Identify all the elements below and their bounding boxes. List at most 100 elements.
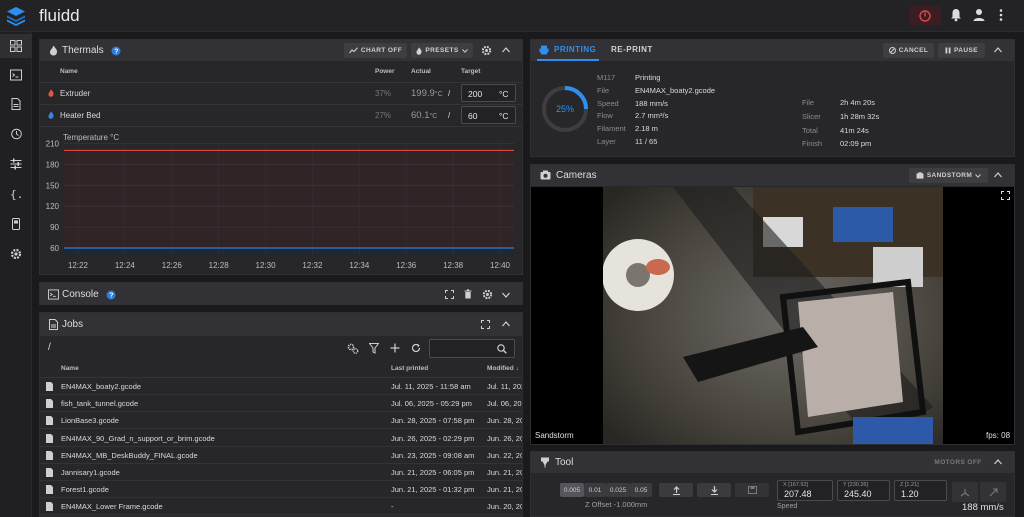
nav-settings[interactable]: [0, 242, 32, 266]
x-axis-field[interactable]: X [167.92] 207.48: [777, 480, 833, 501]
chevron-up-icon[interactable]: [994, 47, 1002, 53]
camera-feed-image: [603, 187, 943, 444]
y-axis-field[interactable]: Y [230.26] 245.40: [837, 480, 890, 501]
job-modified: Jun. 28, 20: [487, 416, 523, 426]
job-last-printed: Jun. 26, 2025 - 02:29 pm: [391, 433, 475, 443]
user-account-icon[interactable]: [973, 8, 985, 22]
emergency-stop-button[interactable]: [909, 6, 941, 25]
stat-label: Filament: [597, 124, 626, 134]
z-down-button[interactable]: [697, 483, 731, 497]
z-step-005[interactable]: 0.05: [630, 483, 652, 497]
col-last-printed[interactable]: Last printed: [391, 365, 428, 372]
col-power: Power: [375, 68, 395, 75]
z-save-button[interactable]: [735, 483, 769, 497]
chevron-up-icon[interactable]: [994, 459, 1002, 465]
cancel-label: CANCEL: [898, 47, 929, 54]
table-row[interactable]: EN4MAX_Lower Frame.gcode - Jun. 20, 20: [40, 498, 523, 516]
job-last-printed: Jun. 21, 2025 - 01:32 pm: [391, 485, 475, 495]
file-icon: [46, 399, 53, 409]
nav-system[interactable]: [0, 212, 32, 236]
tool-title: Tool: [555, 457, 574, 468]
settings-gear-icon[interactable]: [481, 45, 492, 56]
fullscreen-icon[interactable]: [481, 320, 490, 329]
delete-icon[interactable]: [464, 289, 472, 299]
table-row[interactable]: fish_tank_tunnel.gcode Jul. 06, 2025 - 05…: [40, 395, 522, 413]
chevron-down-icon: [461, 48, 468, 53]
y-axis-label: Y [230.26]: [843, 482, 868, 488]
fullscreen-icon[interactable]: [1001, 191, 1010, 200]
cancel-button[interactable]: CANCEL: [883, 43, 934, 58]
z-axis-field[interactable]: Z [1.21] 1.20: [894, 480, 947, 501]
chevron-down-icon[interactable]: [502, 292, 510, 298]
notifications-bell-icon[interactable]: [950, 8, 962, 22]
job-name: EN4MAX_MB_DeskBuddy_FINAL.gcode: [61, 450, 198, 460]
chevron-up-icon[interactable]: [502, 321, 510, 327]
fluidd-logo-icon[interactable]: [6, 6, 26, 28]
z-step-0005[interactable]: 0.005: [560, 483, 584, 497]
stat-label: File: [597, 85, 610, 95]
col-name: Name: [60, 68, 78, 75]
y-tick-label: 180: [46, 160, 60, 169]
job-name: EN4MAX_Lower Frame.gcode: [61, 502, 163, 512]
pause-icon: [945, 47, 951, 54]
help-icon[interactable]: ?: [111, 46, 121, 56]
table-row[interactable]: EN4MAX_MB_DeskBuddy_FINAL.gcode Jun. 23, …: [40, 447, 522, 464]
nav-macros[interactable]: {.}: [0, 182, 32, 206]
z-step-0025[interactable]: 0.025: [606, 483, 630, 497]
chevron-up-icon[interactable]: [502, 47, 510, 53]
table-row[interactable]: LionBase3.gcode Jun. 28, 2025 - 07:58 pm J…: [40, 412, 523, 430]
col-actual: Actual: [411, 68, 431, 75]
refresh-icon[interactable]: [411, 343, 421, 353]
table-row[interactable]: EN4MAX_90_Grad_n_support_or_brim.gcode Ju…: [40, 430, 522, 447]
camera-stream[interactable]: Sandstorm fps: 08: [531, 187, 1014, 444]
chevron-up-icon[interactable]: [994, 172, 1002, 178]
z-offset-label: Z Offset: [585, 500, 612, 509]
file-icon: [46, 433, 53, 443]
y-tick-label: 120: [46, 202, 60, 211]
speed-value: 188 mm/s: [962, 502, 1004, 513]
job-modified: Jul. 11, 202: [487, 382, 523, 391]
job-modified: Jun. 20, 20: [487, 502, 523, 512]
settings-gear-icon[interactable]: [482, 289, 493, 300]
camera-select-button[interactable]: SANDSTORM: [909, 168, 988, 183]
table-row[interactable]: Forest1.gcode Jun. 21, 2025 - 01:32 pm Jun…: [40, 481, 522, 499]
presets-button[interactable]: PRESETS: [411, 43, 473, 58]
nav-dashboard[interactable]: [0, 34, 32, 58]
nav-history[interactable]: [0, 122, 32, 146]
thermals-title: Thermals: [62, 45, 104, 56]
fullscreen-icon[interactable]: [445, 290, 454, 299]
col-target: Target: [461, 68, 481, 75]
nav-files[interactable]: [0, 92, 32, 116]
file-icon: [46, 502, 53, 512]
col-modified[interactable]: Modified ↓: [487, 365, 519, 372]
home-xy-button[interactable]: [952, 482, 978, 502]
folder-settings-icon[interactable]: [347, 343, 359, 354]
jobs-search-input[interactable]: [429, 339, 515, 358]
nav-tune[interactable]: [0, 152, 32, 176]
motors-off-button[interactable]: MOTORS OFF: [929, 455, 987, 470]
stat-label: Slicer: [802, 111, 821, 121]
filter-icon[interactable]: [369, 343, 379, 354]
table-row[interactable]: Jannisary1.gcode Jun. 21, 2025 - 06:05 pm…: [40, 464, 522, 481]
console-header[interactable]: Console ?: [40, 283, 522, 304]
tab-reprint[interactable]: RE-PRINT: [611, 45, 653, 54]
z-up-button[interactable]: [659, 483, 693, 497]
home-z-button[interactable]: [980, 482, 1006, 502]
table-row[interactable]: EN4MAX_boaty2.gcode Jul. 11, 2025 - 11:58…: [40, 378, 522, 395]
chart-off-button[interactable]: CHART OFF: [344, 43, 407, 58]
z-step-001[interactable]: 0.01: [584, 483, 606, 497]
add-icon[interactable]: [390, 343, 400, 353]
help-icon[interactable]: ?: [106, 290, 116, 300]
bed-target-input[interactable]: 60 °C: [461, 106, 516, 124]
tab-printing[interactable]: PRINTING: [554, 45, 596, 54]
more-vert-icon[interactable]: [998, 8, 1004, 22]
pause-button[interactable]: PAUSE: [938, 43, 985, 58]
printing-card: PRINTING RE-PRINT CANCEL PAUSE 25% M117 P…: [530, 39, 1015, 157]
extruder-target-unit: °C: [499, 89, 509, 99]
heater-name: Extruder: [60, 89, 91, 98]
arrow-up-icon: [672, 485, 680, 495]
jobs-path[interactable]: /: [48, 342, 51, 353]
extruder-target-input[interactable]: 200 °C: [461, 84, 516, 102]
nav-console[interactable]: [0, 63, 32, 87]
col-job-name[interactable]: Name: [61, 365, 79, 372]
